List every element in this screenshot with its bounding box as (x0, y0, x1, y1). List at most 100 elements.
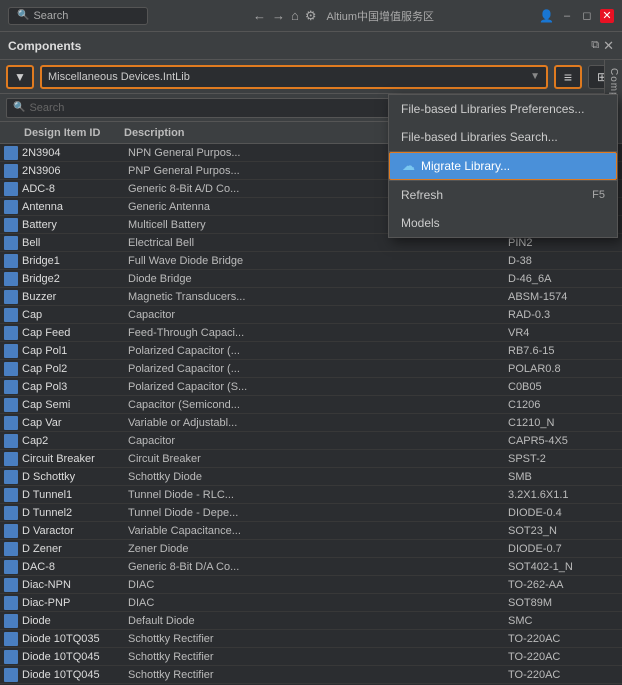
row-design-item-id: Cap Pol3 (22, 381, 128, 393)
row-icon (4, 470, 18, 484)
row-description: Tunnel Diode - Depe... (128, 507, 508, 519)
table-row[interactable]: Bridge2 Diode Bridge D-46_6A (0, 270, 622, 288)
row-design-item-id: Battery (22, 219, 128, 231)
row-design-item-id: Bridge1 (22, 255, 128, 267)
toolbar-row: ▼ Miscellaneous Devices.IntLib ▼ ≡ ⊞ Fil… (0, 60, 622, 94)
table-row[interactable]: DAC-8 Generic 8-Bit D/A Co... SOT402-1_N (0, 558, 622, 576)
row-design-item-id: Diac-NPN (22, 579, 128, 591)
row-design-item-id: 2N3904 (22, 147, 128, 159)
table-row[interactable]: D Tunnel2 Tunnel Diode - Depe... DIODE-0… (0, 504, 622, 522)
table-row[interactable]: Cap2 Capacitor CAPR5-4X5 (0, 432, 622, 450)
table-row[interactable]: Diac-PNP DIAC SOT89M (0, 594, 622, 612)
row-footprint: TO-220AC (508, 651, 618, 663)
panel-float-icon[interactable]: ⧉ (591, 39, 599, 52)
row-icon (4, 416, 18, 430)
row-footprint: C1210_N (508, 417, 618, 429)
row-description: Circuit Breaker (128, 453, 508, 465)
nav-gear-btn[interactable]: ⚙ (305, 8, 317, 24)
table-row[interactable]: Cap Capacitor RAD-0.3 (0, 306, 622, 324)
menu-item-models[interactable]: Models (389, 209, 617, 237)
library-dropdown[interactable]: Miscellaneous Devices.IntLib ▼ (40, 65, 548, 89)
window-controls: 👤 – ◻ ✕ (539, 9, 614, 23)
nav-forward-btn[interactable]: → (272, 8, 285, 23)
table-row[interactable]: Cap Var Variable or Adjustabl... C1210_N (0, 414, 622, 432)
table-row[interactable]: Cap Feed Feed-Through Capaci... VR4 (0, 324, 622, 342)
table-row[interactable]: Cap Pol2 Polarized Capacitor (... POLAR0… (0, 360, 622, 378)
row-icon (4, 182, 18, 196)
row-design-item-id: Diode 10TQ035 (22, 633, 128, 645)
row-design-item-id: Bell (22, 237, 128, 249)
menu-button[interactable]: ≡ (554, 65, 582, 89)
table-row[interactable]: Circuit Breaker Circuit Breaker SPST-2 (0, 450, 622, 468)
row-description: Default Diode (128, 615, 508, 627)
cloud-icon: ☁ (402, 158, 415, 174)
row-footprint: TO-262-AA (508, 579, 618, 591)
row-icon (4, 218, 18, 232)
menu-item-file-search[interactable]: File-based Libraries Search... (389, 123, 617, 151)
row-design-item-id: DAC-8 (22, 561, 128, 573)
menu-item-file-prefs[interactable]: File-based Libraries Preferences... (389, 95, 617, 123)
row-icon (4, 578, 18, 592)
row-icon (4, 398, 18, 412)
table-row[interactable]: D Tunnel1 Tunnel Diode - RLC... 3.2X1.6X… (0, 486, 622, 504)
filter-button[interactable]: ▼ (6, 65, 34, 89)
table-row[interactable]: Cap Semi Capacitor (Semicond... C1206 (0, 396, 622, 414)
row-icon (4, 308, 18, 322)
table-row[interactable]: Diac-NPN DIAC TO-262-AA (0, 576, 622, 594)
row-description: Schottky Rectifier (128, 669, 508, 681)
maximize-button[interactable]: ◻ (580, 9, 594, 23)
menu-item-migrate[interactable]: ☁ Migrate Library... (389, 152, 617, 180)
row-design-item-id: D Schottky (22, 471, 128, 483)
menu-item-refresh[interactable]: Refresh F5 (389, 181, 617, 209)
row-design-item-id: Cap Pol2 (22, 363, 128, 375)
row-description: Magnetic Transducers... (128, 291, 508, 303)
row-icon (4, 272, 18, 286)
refresh-shortcut: F5 (592, 189, 605, 201)
nav-home-btn[interactable]: ⌂ (291, 8, 299, 23)
row-design-item-id: Diode (22, 615, 128, 627)
row-description: DIAC (128, 597, 508, 609)
close-button[interactable]: ✕ (600, 9, 614, 23)
table-row[interactable]: Diode Default Diode SMC (0, 612, 622, 630)
row-design-item-id: Cap Pol1 (22, 345, 128, 357)
row-icon (4, 488, 18, 502)
table-row[interactable]: Diode 10TQ045 Schottky Rectifier TO-220A… (0, 666, 622, 684)
row-footprint: SOT23_N (508, 525, 618, 537)
nav-back-btn[interactable]: ← (253, 8, 266, 23)
table-row[interactable]: Diode 10TQ035 Schottky Rectifier TO-220A… (0, 630, 622, 648)
row-description: Electrical Bell (128, 237, 508, 249)
row-description: Tunnel Diode - RLC... (128, 489, 508, 501)
row-design-item-id: Cap (22, 309, 128, 321)
panel-controls: ⧉ ✕ (591, 38, 614, 54)
row-icon (4, 344, 18, 358)
row-footprint: SOT89M (508, 597, 618, 609)
library-name-label: Miscellaneous Devices.IntLib (48, 71, 190, 83)
title-search-box[interactable]: 🔍 Search (8, 7, 148, 25)
row-icon (4, 542, 18, 556)
row-description: Polarized Capacitor (S... (128, 381, 508, 393)
table-row[interactable]: Bridge1 Full Wave Diode Bridge D-38 (0, 252, 622, 270)
table-row[interactable]: Diode 10TQ045 Schottky Rectifier TO-220A… (0, 648, 622, 666)
minimize-button[interactable]: – (560, 9, 574, 23)
account-icon[interactable]: 👤 (539, 9, 554, 23)
row-icon (4, 452, 18, 466)
table-row[interactable]: D Zener Zener Diode DIODE-0.7 (0, 540, 622, 558)
table-row[interactable]: D Varactor Variable Capacitance... SOT23… (0, 522, 622, 540)
row-design-item-id: D Tunnel2 (22, 507, 128, 519)
table-row[interactable]: Cap Pol1 Polarized Capacitor (... RB7.6-… (0, 342, 622, 360)
table-row[interactable]: Buzzer Magnetic Transducers... ABSM-1574 (0, 288, 622, 306)
row-icon (4, 326, 18, 340)
row-description: Full Wave Diode Bridge (128, 255, 508, 267)
row-footprint: SPST-2 (508, 453, 618, 465)
panel-close-icon[interactable]: ✕ (603, 38, 614, 54)
row-design-item-id: ADC-8 (22, 183, 128, 195)
row-footprint: CAPR5-4X5 (508, 435, 618, 447)
row-description: Polarized Capacitor (... (128, 363, 508, 375)
table-row[interactable]: Cap Pol3 Polarized Capacitor (S... C0B05 (0, 378, 622, 396)
table-row[interactable]: D Schottky Schottky Diode SMB (0, 468, 622, 486)
altium-logo: Altium中国增值服务区 (327, 8, 435, 24)
row-design-item-id: D Zener (22, 543, 128, 555)
row-footprint: SMB (508, 471, 618, 483)
row-design-item-id: Buzzer (22, 291, 128, 303)
row-description: Polarized Capacitor (... (128, 345, 508, 357)
